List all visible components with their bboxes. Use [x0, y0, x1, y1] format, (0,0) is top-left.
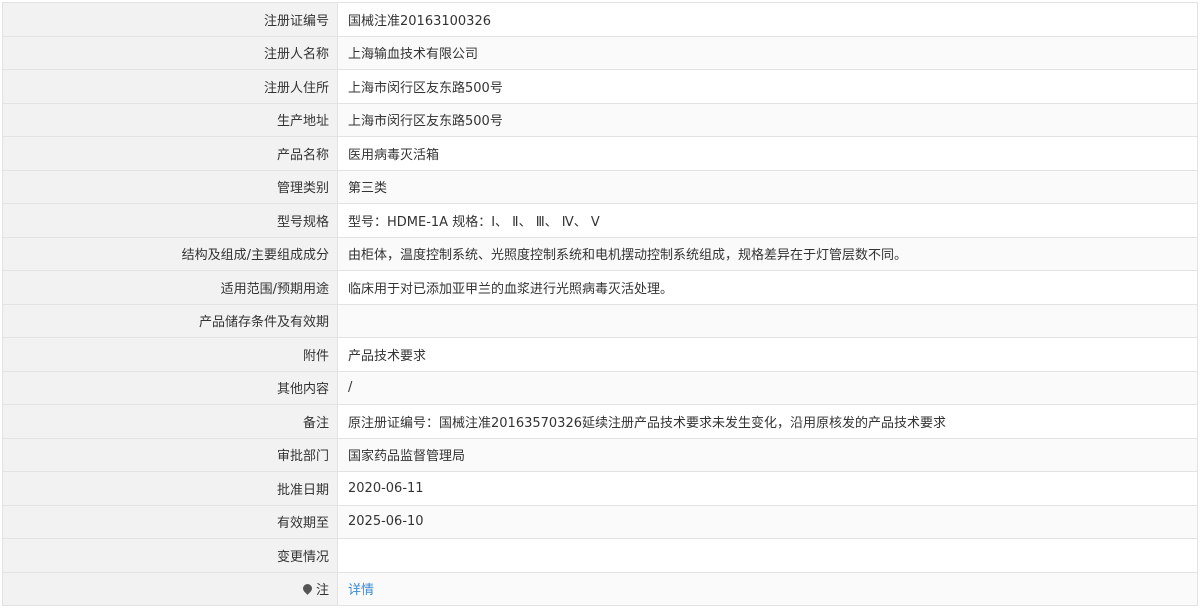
row-value: 产品技术要求 [337, 337, 1198, 372]
table-row: 备注 原注册证编号：国械注准20163570326延续注册产品技术要求未发生变化… [2, 404, 1198, 439]
row-label: 备注 [2, 404, 338, 439]
row-label: 注册证编号 [2, 2, 338, 37]
row-label: 批准日期 [2, 471, 338, 506]
note-label-cell: 注 [2, 571, 338, 606]
table-row: 注册人名称 上海输血技术有限公司 [2, 35, 1198, 70]
row-label: 结构及组成/主要组成成分 [2, 236, 338, 271]
row-value: 国械注准20163100326 [337, 2, 1198, 37]
row-label: 审批部门 [2, 437, 338, 472]
row-value: 临床用于对已添加亚甲兰的血浆进行光照病毒灭活处理。 [337, 270, 1198, 305]
note-label: 注 [315, 583, 329, 599]
row-label: 产品储存条件及有效期 [2, 303, 338, 338]
row-value [337, 303, 1198, 338]
row-label: 注册人名称 [2, 35, 338, 70]
row-value [337, 538, 1198, 573]
row-value: 上海输血技术有限公司 [337, 35, 1198, 70]
row-label: 产品名称 [2, 136, 338, 171]
pin-icon [301, 582, 314, 596]
row-label: 其他内容 [2, 370, 338, 405]
row-label: 附件 [2, 337, 338, 372]
row-value: 医用病毒灭活箱 [337, 136, 1198, 171]
table-row: 审批部门 国家药品监督管理局 [2, 437, 1198, 472]
row-value: 2020-06-11 [337, 471, 1198, 506]
table-row: 适用范围/预期用途 临床用于对已添加亚甲兰的血浆进行光照病毒灭活处理。 [2, 270, 1198, 305]
table-row: 生产地址 上海市闵行区友东路500号 [2, 102, 1198, 137]
table-row: 有效期至 2025-06-10 [2, 504, 1198, 539]
row-value: 上海市闵行区友东路500号 [337, 102, 1198, 137]
row-label: 注册人住所 [2, 69, 338, 104]
row-label: 管理类别 [2, 169, 338, 204]
row-value: / [337, 370, 1198, 405]
table-row: 型号规格 型号：HDME-1A 规格：Ⅰ、 Ⅱ、 Ⅲ、 Ⅳ、 Ⅴ [2, 203, 1198, 238]
table-row: 其他内容 / [2, 370, 1198, 405]
table-row: 产品名称 医用病毒灭活箱 [2, 136, 1198, 171]
table-row: 附件 产品技术要求 [2, 337, 1198, 372]
row-value: 2025-06-10 [337, 504, 1198, 539]
note-value-cell: 详情 [337, 571, 1198, 606]
row-label: 生产地址 [2, 102, 338, 137]
table-row: 产品储存条件及有效期 [2, 303, 1198, 338]
row-label: 变更情况 [2, 538, 338, 573]
note-row: 注 详情 [2, 571, 1198, 606]
row-label: 适用范围/预期用途 [2, 270, 338, 305]
row-value: 原注册证编号：国械注准20163570326延续注册产品技术要求未发生变化，沿用… [337, 404, 1198, 439]
row-value: 由柜体，温度控制系统、光照度控制系统和电机摆动控制系统组成，规格差异在于灯管层数… [337, 236, 1198, 271]
details-link[interactable]: 详情 [348, 583, 374, 598]
row-label: 型号规格 [2, 203, 338, 238]
table-row: 变更情况 [2, 538, 1198, 573]
table-row: 批准日期 2020-06-11 [2, 471, 1198, 506]
row-value: 国家药品监督管理局 [337, 437, 1198, 472]
row-value: 上海市闵行区友东路500号 [337, 69, 1198, 104]
row-label: 有效期至 [2, 504, 338, 539]
table-row: 注册人住所 上海市闵行区友东路500号 [2, 69, 1198, 104]
row-value: 第三类 [337, 169, 1198, 204]
table-row: 注册证编号 国械注准20163100326 [2, 2, 1198, 37]
table-row: 结构及组成/主要组成成分 由柜体，温度控制系统、光照度控制系统和电机摆动控制系统… [2, 236, 1198, 271]
table-row: 管理类别 第三类 [2, 169, 1198, 204]
row-value: 型号：HDME-1A 规格：Ⅰ、 Ⅱ、 Ⅲ、 Ⅳ、 Ⅴ [337, 203, 1198, 238]
registration-detail-table: 注册证编号 国械注准20163100326 注册人名称 上海输血技术有限公司 注… [2, 2, 1198, 606]
